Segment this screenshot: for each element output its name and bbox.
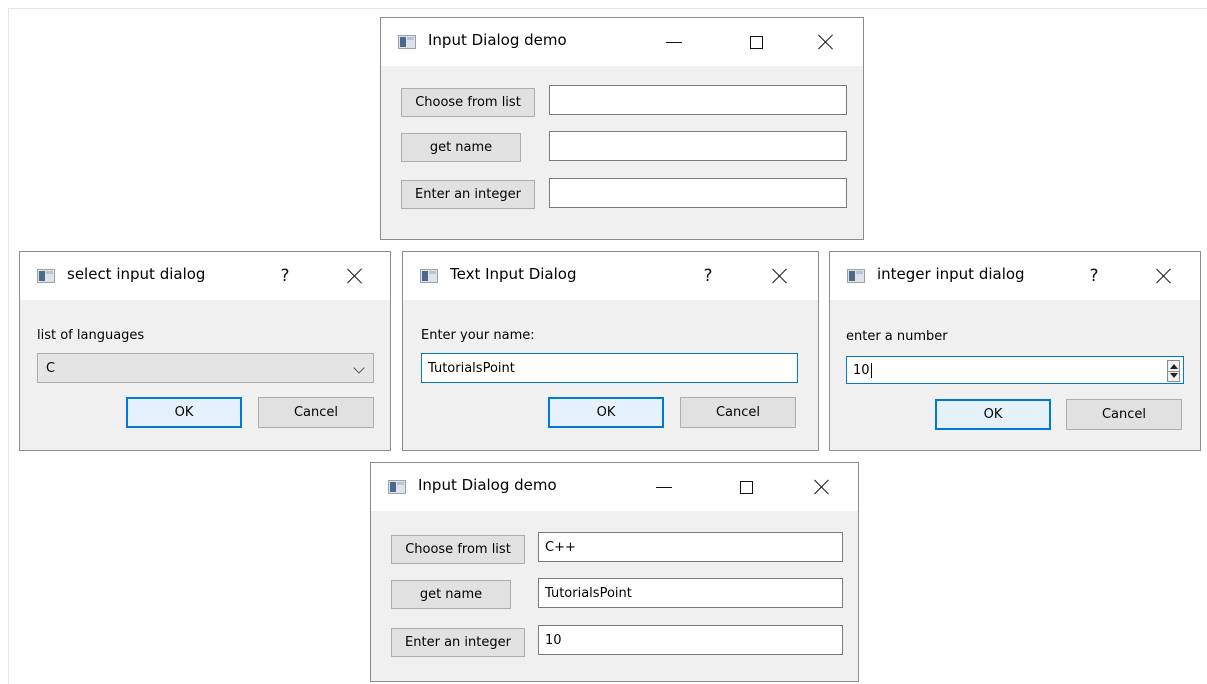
get-name-button[interactable]: get name [401, 133, 521, 162]
name-result-field[interactable] [549, 131, 847, 161]
text-cursor [870, 362, 872, 378]
titlebar: Text Input Dialog ? [403, 252, 818, 300]
window-title: Text Input Dialog [450, 265, 577, 283]
select-input-dialog: select input dialog ? list of languages … [19, 251, 391, 451]
close-button[interactable] [1149, 261, 1179, 291]
cancel-button[interactable]: Cancel [680, 397, 796, 428]
minimize-button[interactable] [659, 27, 689, 57]
page-border-left [8, 8, 9, 684]
integer-result-field[interactable] [549, 178, 847, 208]
choose-result-field[interactable] [549, 85, 847, 115]
dialog-label: enter a number [846, 329, 948, 344]
ok-button[interactable]: OK [126, 397, 242, 428]
enter-integer-button[interactable]: Enter an integer [391, 628, 525, 657]
dialog-label: list of languages [37, 328, 145, 343]
help-button[interactable]: ? [693, 261, 723, 291]
close-icon [772, 268, 788, 284]
integer-input-dialog: integer input dialog ? enter a number 10… [829, 251, 1201, 451]
demo-window-top: Input Dialog demo Choose from list get n… [380, 17, 864, 240]
chevron-down-icon [353, 362, 365, 374]
integer-result-field[interactable]: 10 [538, 625, 843, 655]
choose-from-list-button[interactable]: Choose from list [391, 535, 525, 564]
spin-up-icon[interactable] [1170, 364, 1178, 369]
dialog-label: Enter your name: [421, 328, 535, 343]
maximize-icon [739, 480, 753, 494]
titlebar: integer input dialog ? [830, 252, 1200, 300]
close-icon [814, 479, 830, 495]
maximize-button[interactable] [731, 472, 761, 502]
maximize-icon [749, 35, 763, 49]
close-button[interactable] [340, 261, 370, 291]
titlebar: Input Dialog demo [381, 18, 863, 66]
enter-integer-button[interactable]: Enter an integer [401, 180, 535, 209]
page-border [8, 8, 1207, 9]
name-input[interactable]: TutorialsPoint [421, 353, 798, 383]
minimize-button[interactable] [649, 472, 679, 502]
spin-down-icon[interactable] [1170, 373, 1178, 378]
help-button[interactable]: ? [1079, 261, 1109, 291]
app-window-icon [37, 269, 55, 283]
close-icon [818, 34, 834, 50]
ok-button[interactable]: OK [548, 397, 664, 428]
titlebar: Input Dialog demo [371, 463, 858, 511]
demo-window-bottom: Input Dialog demo Choose from list C++ g… [370, 462, 859, 682]
close-icon [347, 268, 363, 284]
close-button[interactable] [811, 27, 841, 57]
language-combobox[interactable]: C [37, 353, 374, 383]
close-button[interactable] [807, 472, 837, 502]
choose-result-field[interactable]: C++ [538, 532, 843, 562]
name-result-field[interactable]: TutorialsPoint [538, 578, 843, 608]
text-input-dialog: Text Input Dialog ? Enter your name: Tut… [402, 251, 819, 451]
spin-arrows-icon[interactable] [1167, 360, 1180, 382]
window-title: Input Dialog demo [418, 476, 557, 494]
app-window-icon [388, 480, 406, 494]
app-window-icon [847, 269, 865, 283]
get-name-button[interactable]: get name [391, 580, 511, 609]
spin-divider [1168, 371, 1179, 372]
minimize-icon [666, 41, 682, 43]
combo-value: C [46, 360, 56, 376]
ok-button[interactable]: OK [935, 399, 1051, 430]
cancel-button[interactable]: Cancel [1066, 399, 1182, 430]
window-title: select input dialog [67, 265, 206, 283]
titlebar: select input dialog ? [20, 252, 390, 300]
cancel-button[interactable]: Cancel [258, 397, 374, 428]
minimize-icon [656, 486, 672, 488]
spinbox-value: 10 [853, 362, 870, 378]
window-title: Input Dialog demo [428, 31, 567, 49]
maximize-button[interactable] [741, 27, 771, 57]
number-spinbox[interactable]: 10 [846, 356, 1184, 384]
choose-from-list-button[interactable]: Choose from list [401, 88, 535, 117]
app-window-icon [398, 35, 416, 49]
help-button[interactable]: ? [270, 261, 300, 291]
window-title: integer input dialog [877, 265, 1025, 283]
app-window-icon [420, 269, 438, 283]
close-icon [1156, 268, 1172, 284]
close-button[interactable] [765, 261, 795, 291]
